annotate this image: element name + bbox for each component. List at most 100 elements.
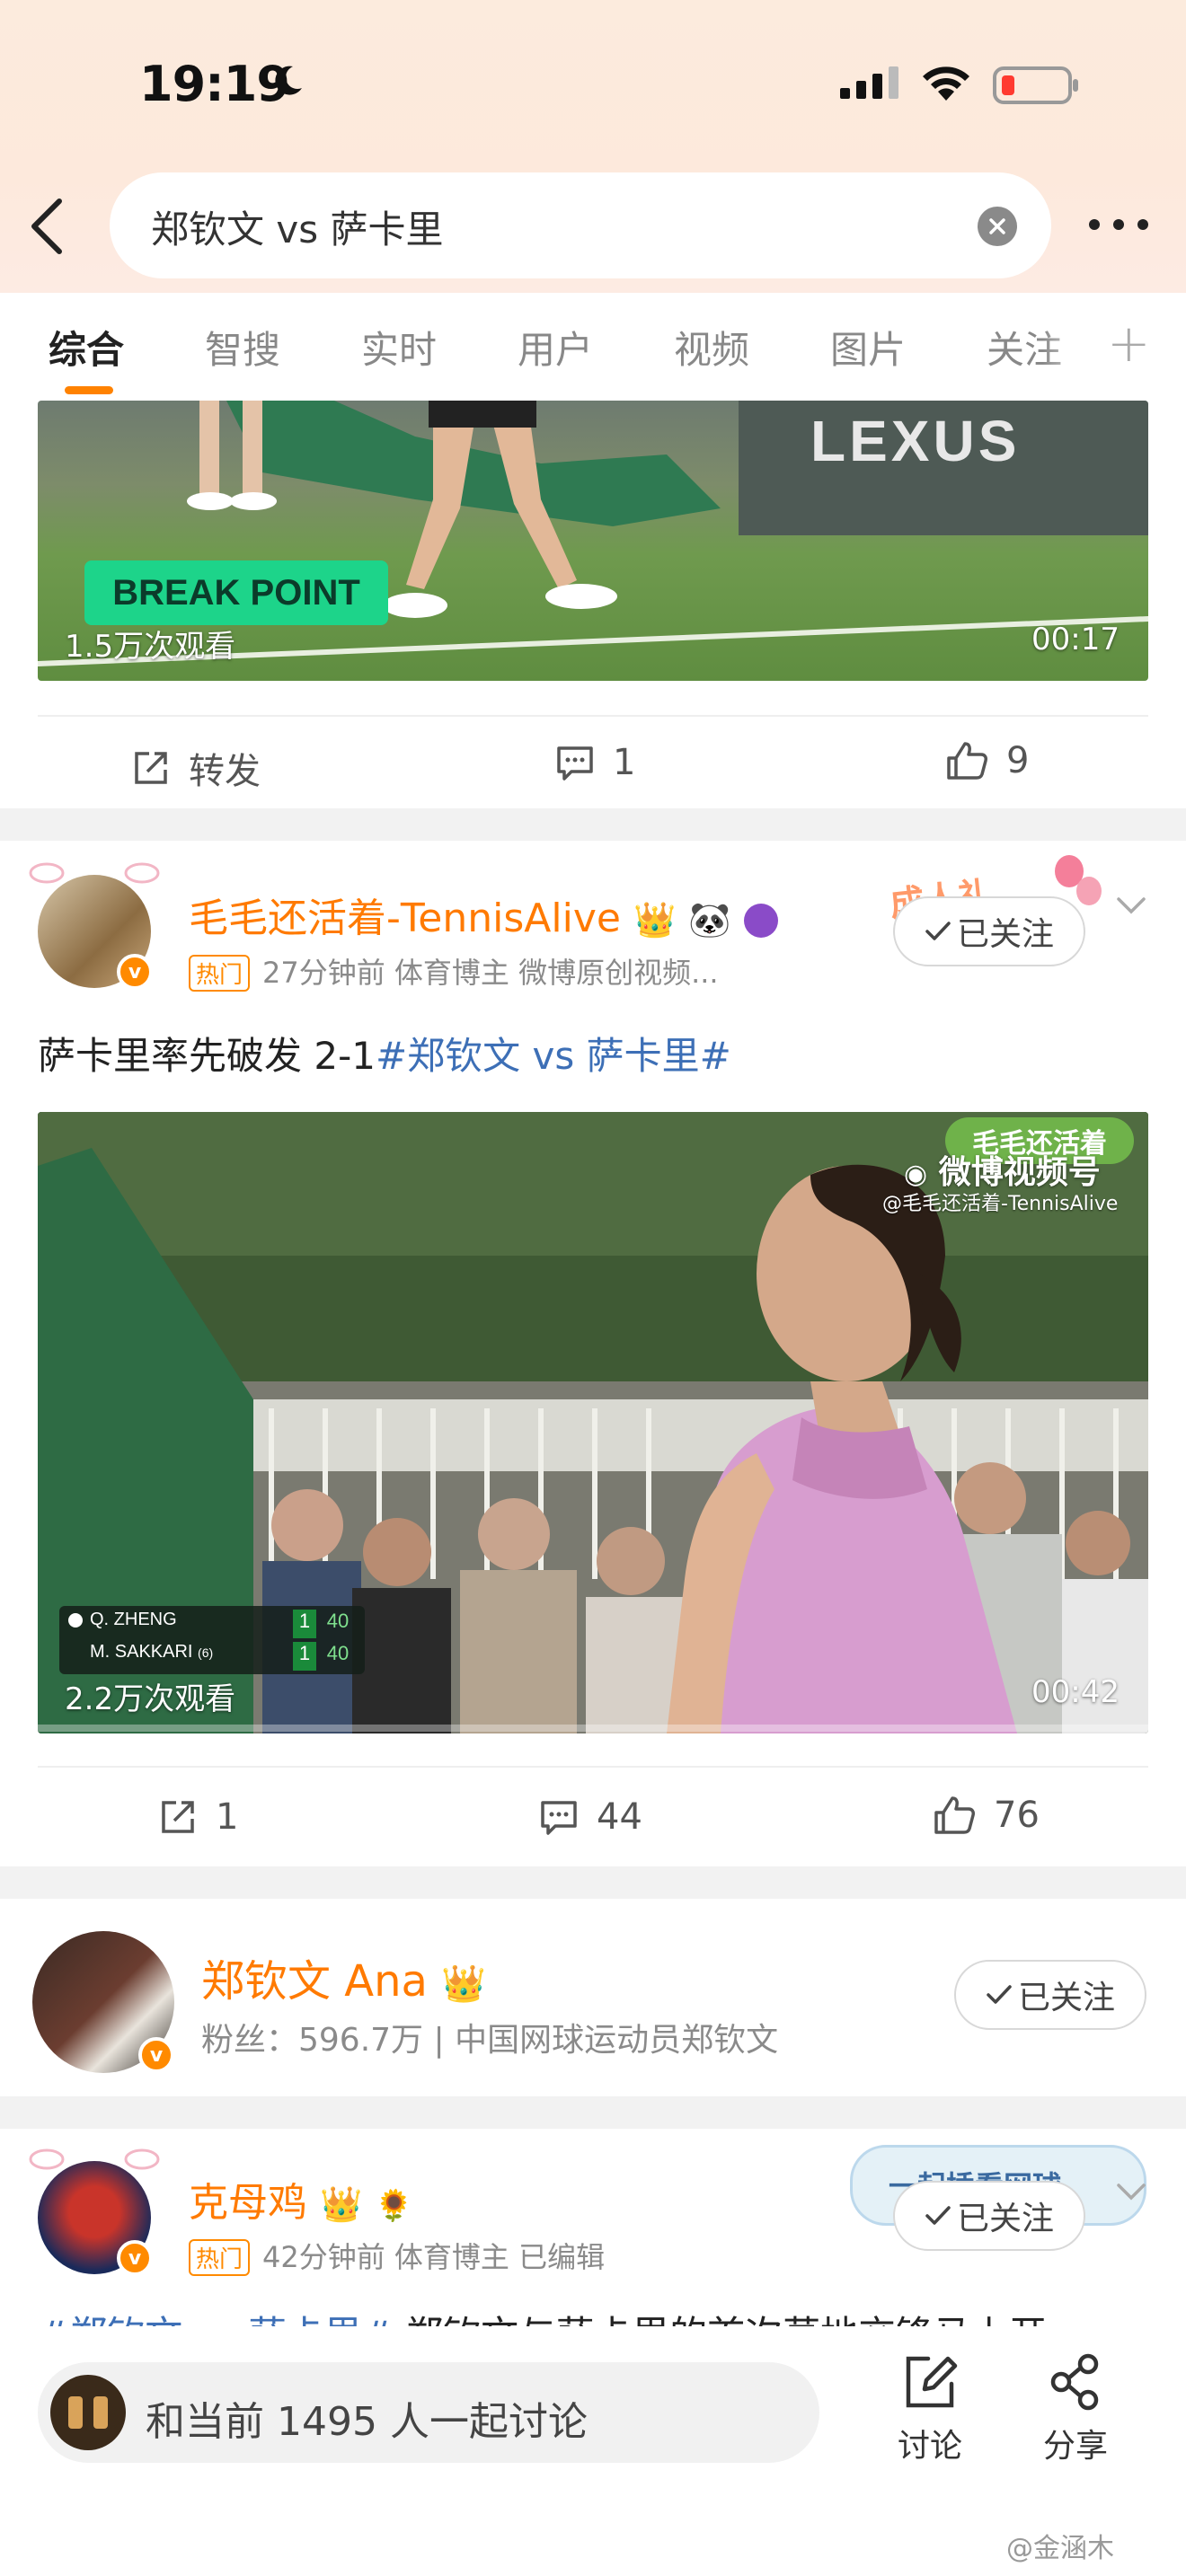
tab-smart-search[interactable]: 智搜 [205,320,280,375]
status-bar: 19:19 [0,54,1186,135]
repost-icon [162,1801,194,1833]
active-tab-indicator [65,386,113,394]
search-nav-row: 郑钦文 vs 萨卡里 [0,172,1186,280]
discuss-button[interactable]: 讨论 [881,2353,979,2466]
score-sets-p1: 1 [293,1610,316,1638]
follow-button[interactable]: 已关注 [954,1960,1146,2030]
hot-tag: 热门 [189,2239,251,2276]
verified-badge: v [138,2037,174,2073]
clear-search-icon[interactable] [978,207,1017,246]
panda-icon: 🐼 [688,900,731,940]
user-card[interactable]: v 郑钦文 Ana 👑 粉丝：596.7万 | 中国网球运动员郑钦文 已关注 [0,1899,1186,2096]
weibo-watermark: @金涵木 [1006,2533,1114,2564]
lexus-logo: LEXUS [810,409,1021,473]
comment-button[interactable]: 1 [555,742,635,783]
post-card-2: v 毛毛还活着-TennisAlive 👑 🐼 热门 27分钟前 体育博主 微博原… [0,841,1186,1866]
divider [38,1766,1148,1768]
post-meta: 热门 42分钟前 体育博主 已编辑 [189,2235,605,2276]
like-button[interactable]: 76 [933,1795,1040,1836]
crown-badge-icon: 👑 [633,900,677,940]
comment-button[interactable]: 44 [539,1796,642,1838]
post-card-1: LEXUS BREAK POINT 1.5万次观看 00:17 转发 1 9 [0,401,1186,808]
follow-button[interactable]: 已关注 [893,896,1085,966]
score-game-p2: 40 [326,1642,350,1664]
like-count: 76 [994,1795,1040,1836]
post-text-plain: 萨卡里率先破发 2-1 [38,1034,376,1078]
avatar[interactable]: v [29,2148,160,2280]
chevron-down-icon[interactable] [1116,896,1146,916]
author-name-text: 克母鸡 [189,2180,307,2226]
more-options-icon[interactable] [1087,216,1150,234]
repost-button[interactable]: 转发 [131,742,261,794]
break-point-banner: BREAK POINT [84,560,388,625]
score-game-p1: 40 [326,1610,350,1632]
repost-label: 转发 [189,751,261,792]
watermark-channel: 微博视频号 [938,1154,1101,1191]
score-player-1: Q. ZHENG [90,1610,177,1629]
video-views: 2.2万次观看 [65,1681,236,1717]
share-button[interactable]: 分享 [1026,2353,1125,2466]
status-time: 19:19 [139,56,290,112]
post-text: 萨卡里率先破发 2-1#郑钦文 vs 萨卡里# [38,1026,731,1081]
comment-count: 44 [597,1796,642,1838]
user-name-text: 郑钦文 Ana [201,1956,428,2007]
follow-label: 已关注 [956,916,1054,953]
score-sets-p2: 1 [293,1642,316,1671]
like-button[interactable]: 9 [945,740,1029,781]
comment-icon [541,1801,577,1835]
search-input[interactable]: 郑钦文 vs 萨卡里 [110,172,1051,278]
verified-badge: v [117,954,153,990]
discuss-input[interactable]: 和当前 1495 人一起讨论 [38,2362,819,2463]
watermark-handle: @毛毛还活着-TennisAlive [882,1193,1119,1215]
search-query-text: 郑钦文 vs 萨卡里 [151,207,444,251]
repost-icon [135,752,167,784]
avatar[interactable]: v [32,1931,176,2075]
chevron-down-icon[interactable] [1116,2183,1146,2202]
scoreboard: Q. ZHENG M. SAKKARI (6) 1 1 40 40 [59,1606,365,1674]
share-icon [1050,2353,1099,2411]
crown-badge-icon: 👑 [320,2184,363,2224]
post-author-name[interactable]: 克母鸡 👑 🌻 [189,2170,413,2228]
follow-button[interactable]: 已关注 [893,2181,1085,2251]
comment-icon [557,746,593,781]
tab-videos[interactable]: 视频 [674,320,749,375]
avatar[interactable]: v [29,862,160,993]
like-icon [934,1796,975,1834]
weibo-logo-icon: ◉ [904,1159,928,1190]
add-tab-icon[interactable]: + [1107,313,1151,374]
follow-label: 已关注 [1017,1980,1115,2016]
user-name[interactable]: 郑钦文 Ana 👑 [201,1945,486,2008]
video-player-1[interactable]: LEXUS BREAK POINT 1.5万次观看 00:17 [38,401,1148,681]
tab-images[interactable]: 图片 [830,320,906,375]
video-progress-track [38,1725,1148,1732]
weibo-video-watermark: ◉ 微博视频号 [904,1146,1101,1193]
topic-link[interactable]: #郑钦文 vs 萨卡里# [376,1034,731,1078]
flower-icon: 🌻 [375,2188,413,2224]
discuss-label: 讨论 [897,2428,962,2465]
top-header: 19:19 郑钦文 vs 萨卡里 [0,0,1186,293]
moon-icon [275,66,302,95]
tab-users[interactable]: 用户 [518,320,593,375]
repost-count: 1 [216,1796,239,1838]
hot-tag: 热门 [189,955,251,992]
video-duration: 00:17 [1031,622,1120,657]
tab-realtime[interactable]: 实时 [361,320,437,375]
cellular-signal-icon [840,66,898,99]
video-player-2[interactable]: 毛毛还活着 ◉ 微博视频号 @毛毛还活着-TennisAlive Q. ZHEN… [38,1112,1148,1734]
back-arrow-icon[interactable] [27,198,66,255]
follow-label: 已关注 [956,2201,1054,2237]
like-icon [947,742,987,780]
serving-ball-icon [68,1613,83,1628]
divider [38,715,1148,717]
post-author-name[interactable]: 毛毛还活着-TennisAlive 👑 🐼 [189,886,778,943]
post-meta-text: 27分钟前 体育博主 微博原创视频... [262,956,719,990]
tab-comprehensive[interactable]: 综合 [49,320,124,375]
comment-count: 1 [613,742,636,783]
repost-button[interactable]: 1 [158,1796,238,1838]
wifi-icon [923,66,969,101]
post-meta: 热门 27分钟前 体育博主 微博原创视频... [189,950,719,992]
video-views: 1.5万次观看 [65,629,236,665]
video-duration: 00:42 [1031,1674,1120,1710]
discuss-avatar [50,2375,126,2450]
like-count: 9 [1006,740,1030,781]
